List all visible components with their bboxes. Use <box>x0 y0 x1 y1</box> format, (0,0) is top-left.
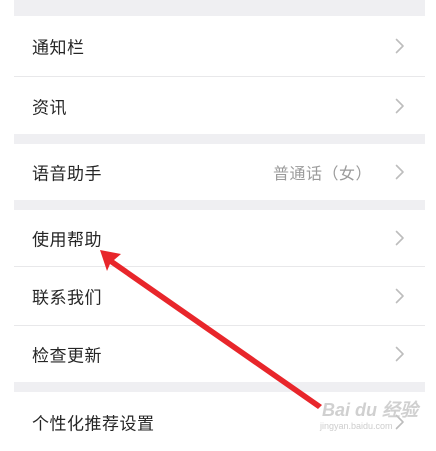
voice-assistant-value: 普通话（女） <box>272 164 372 183</box>
settings-item-label: 语音助手 <box>32 164 102 185</box>
chevron-right-icon <box>395 346 405 362</box>
settings-item-label: 通知栏 <box>32 38 85 59</box>
settings-item-label: 个性化推荐设置 <box>32 414 155 434</box>
settings-item-notification-bar[interactable]: 通知栏 <box>14 16 425 76</box>
chevron-right-icon <box>395 98 405 114</box>
settings-item-voice-assistant[interactable]: 语音助手 普通话（女） <box>14 144 425 200</box>
settings-item-personalized-recommendation[interactable]: 个性化推荐设置 <box>14 392 425 451</box>
section-gap <box>14 134 425 144</box>
chevron-right-icon <box>395 164 405 180</box>
settings-item-contact-us[interactable]: 联系我们 <box>14 267 425 325</box>
section-gap <box>14 382 425 392</box>
chevron-right-icon <box>395 288 405 304</box>
chevron-right-icon <box>395 414 405 430</box>
settings-item-label: 检查更新 <box>32 346 102 367</box>
settings-screen: 通知栏 资讯 语音助手 普通话（女） 使用帮助 联系我们 检查更新 个性化推荐设… <box>0 0 436 451</box>
chevron-right-icon <box>395 230 405 246</box>
section-gap <box>14 0 425 16</box>
section-gap <box>14 200 425 210</box>
chevron-right-icon <box>395 38 405 54</box>
settings-item-label: 联系我们 <box>32 288 102 309</box>
settings-item-news[interactable]: 资讯 <box>14 77 425 134</box>
settings-item-label: 使用帮助 <box>32 230 102 251</box>
settings-item-help[interactable]: 使用帮助 <box>14 210 425 266</box>
settings-item-label: 资讯 <box>32 98 67 118</box>
settings-item-check-update[interactable]: 检查更新 <box>14 326 425 382</box>
